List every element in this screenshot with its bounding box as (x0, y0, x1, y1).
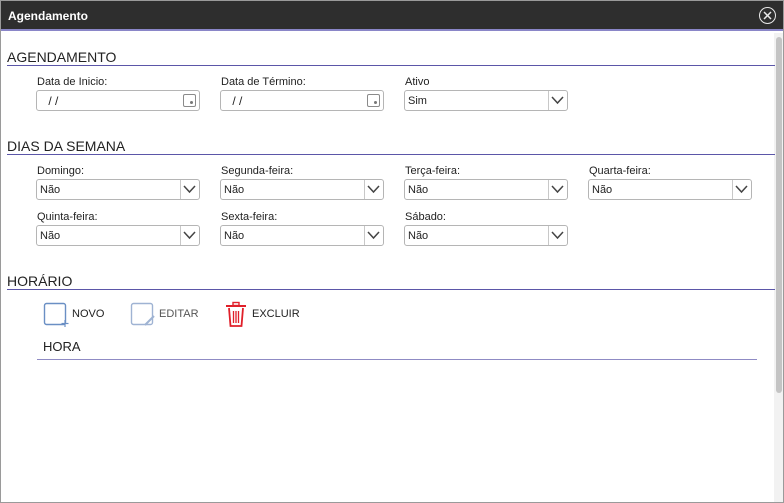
chevron-down-icon (367, 185, 380, 194)
select-divider (180, 180, 181, 199)
chevron-down-icon (367, 231, 380, 240)
dialog-titlebar: Agendamento (1, 1, 783, 31)
scrollbar-thumb[interactable] (776, 37, 782, 393)
start-date-label: Data de Inicio: (37, 76, 108, 88)
calendar-icon[interactable] (183, 94, 196, 107)
edit-icon (130, 302, 155, 326)
monday-select[interactable]: Não (220, 179, 384, 200)
thursday-select-value: Não (40, 230, 61, 242)
edit-button-label: EDITAR (159, 308, 199, 320)
active-select[interactable]: Sim (404, 90, 568, 111)
section-title-schedule: AGENDAMENTO (7, 49, 117, 65)
tuesday-label: Terça-feira: (405, 165, 461, 177)
tuesday-select[interactable]: Não (404, 179, 568, 200)
grid-header-divider (37, 359, 757, 360)
friday-select[interactable]: Não (220, 225, 384, 246)
edit-button[interactable]: EDITAR (130, 301, 200, 329)
delete-button[interactable]: EXCLUIR (225, 301, 301, 329)
thursday-label: Quinta-feira: (37, 211, 98, 223)
chevron-down-icon (551, 185, 564, 194)
new-button[interactable]: NOVO (43, 301, 105, 329)
select-divider (548, 226, 549, 245)
select-divider (180, 226, 181, 245)
close-button[interactable] (759, 7, 776, 24)
new-button-label: NOVO (72, 308, 105, 320)
sunday-select-value: Não (40, 184, 61, 196)
section-divider (7, 154, 775, 155)
thursday-select[interactable]: Não (36, 225, 200, 246)
select-divider (548, 91, 549, 110)
vertical-scrollbar[interactable] (774, 33, 783, 502)
end-date-field (220, 90, 384, 111)
sunday-label: Domingo: (37, 165, 85, 177)
saturday-label: Sábado: (405, 211, 446, 223)
trash-icon (226, 301, 246, 327)
monday-label: Segunda-feira: (221, 165, 294, 177)
select-divider (732, 180, 733, 199)
tuesday-select-value: Não (408, 184, 429, 196)
section-divider (7, 65, 775, 66)
wednesday-label: Quarta-feira: (589, 165, 651, 177)
chevron-down-icon (183, 231, 196, 240)
calendar-icon[interactable] (367, 94, 380, 107)
select-divider (364, 226, 365, 245)
chevron-down-icon (183, 185, 196, 194)
wednesday-select[interactable]: Não (588, 179, 752, 200)
start-date-input[interactable] (45, 93, 175, 108)
new-document-icon (43, 302, 69, 327)
active-label: Ativo (405, 76, 430, 88)
active-select-value: Sim (408, 95, 427, 107)
monday-select-value: Não (224, 184, 245, 196)
select-divider (364, 180, 365, 199)
start-date-field (36, 90, 200, 111)
sunday-select[interactable]: Não (36, 179, 200, 200)
close-icon (763, 11, 772, 20)
friday-label: Sexta-feira: (221, 211, 278, 223)
saturday-select[interactable]: Não (404, 225, 568, 246)
friday-select-value: Não (224, 230, 245, 242)
delete-button-label: EXCLUIR (252, 308, 300, 320)
dialog-title: Agendamento (8, 9, 89, 23)
grid-column-header-hour[interactable]: HORA (43, 339, 81, 354)
select-divider (548, 180, 549, 199)
chevron-down-icon (735, 185, 748, 194)
wednesday-select-value: Não (592, 184, 613, 196)
scheduling-dialog: Agendamento AGENDAMENTO Data de Inicio: … (0, 0, 784, 503)
end-date-label: Data de Término: (221, 76, 306, 88)
chevron-down-icon (551, 231, 564, 240)
section-title-weekdays: DIAS DA SEMANA (7, 138, 126, 154)
section-title-schedule-time: HORÁRIO (7, 273, 73, 289)
saturday-select-value: Não (408, 230, 429, 242)
end-date-input[interactable] (229, 93, 359, 108)
chevron-down-icon (551, 96, 564, 105)
section-divider (7, 289, 775, 290)
